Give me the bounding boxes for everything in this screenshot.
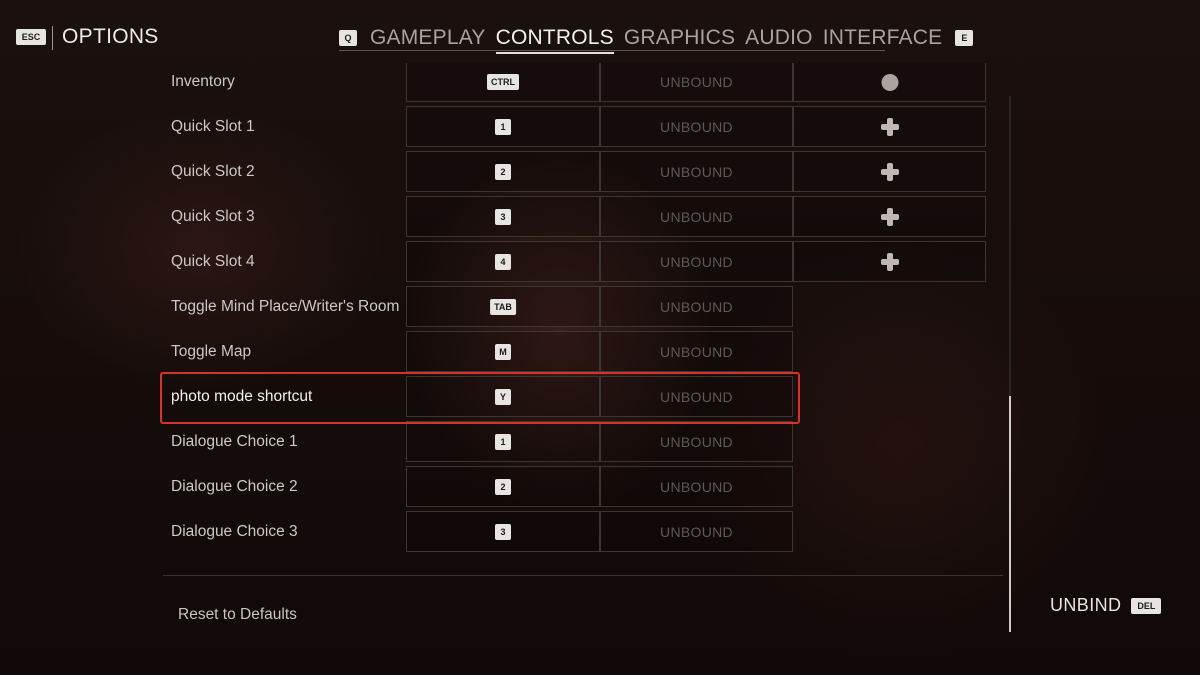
alternate-binding-cell[interactable]: UNBOUND [600,466,793,507]
unbound-label: UNBOUND [660,344,733,360]
key-hint: 1 [495,119,511,135]
unbind-label: UNBIND [1050,595,1122,615]
binding-row[interactable]: Inventory CTRL UNBOUND [163,63,1003,102]
binding-row[interactable]: Dialogue Choice 3 3 UNBOUND [163,511,1003,552]
binding-label: Quick Slot 2 [171,163,255,180]
controller-binding-cell[interactable] [793,151,986,192]
binding-row[interactable]: Quick Slot 3 3 UNBOUND [163,196,1003,237]
key-hint: 3 [495,524,511,540]
dpad-icon [880,163,899,181]
unbind-button[interactable]: UNBIND DEL [1050,595,1162,616]
binding-label: Toggle Mind Place/Writer's Room [171,298,400,315]
unbound-label: UNBOUND [660,299,733,315]
unbound-label: UNBOUND [660,524,733,540]
binding-row[interactable]: Dialogue Choice 1 1 UNBOUND [163,421,1003,462]
key-hint: M [495,344,511,360]
alternate-binding-cell[interactable]: UNBOUND [600,511,793,552]
alternate-binding-cell[interactable]: UNBOUND [600,151,793,192]
controller-binding-cell[interactable] [793,63,986,102]
unbound-label: UNBOUND [660,254,733,270]
tab-controls[interactable]: CONTROLS [495,26,615,54]
binding-label: Toggle Map [171,343,252,360]
tab-audio[interactable]: AUDIO [745,26,813,50]
options-screen: ESC OPTIONS Q GAMEPLAY CONTROLS GRAPHICS… [0,0,1200,675]
keyboard-binding-cell[interactable]: 2 [406,151,600,192]
esc-key-hint[interactable]: ESC [16,29,46,45]
footer-divider [163,575,1003,576]
key-hint: CTRL [487,74,519,90]
dpad-icon [880,253,899,271]
scrollbar-thumb[interactable] [1009,396,1011,632]
keyboard-binding-cell[interactable]: 2 [406,466,600,507]
alternate-binding-cell[interactable]: UNBOUND [600,331,793,372]
key-hint: 1 [495,434,511,450]
controller-binding-cell[interactable] [793,106,986,147]
binding-row[interactable]: Toggle Mind Place/Writer's Room TAB UNBOUN… [163,286,1003,327]
key-hint: 3 [495,209,511,225]
unbound-label: UNBOUND [660,74,733,90]
binding-label: Quick Slot 4 [171,253,255,270]
binding-row[interactable]: Quick Slot 2 2 UNBOUND [163,151,1003,192]
prev-tab-key-hint[interactable]: Q [339,30,357,46]
unbound-label: UNBOUND [660,164,733,180]
unbound-label: UNBOUND [660,479,733,495]
keyboard-binding-cell[interactable]: 3 [406,511,600,552]
alternate-binding-cell[interactable]: UNBOUND [600,286,793,327]
unbound-label: UNBOUND [660,209,733,225]
keyboard-binding-cell[interactable]: 1 [406,106,600,147]
keyboard-binding-cell[interactable]: 1 [406,421,600,462]
binding-row[interactable]: Quick Slot 1 1 UNBOUND [163,106,1003,147]
keyboard-binding-cell[interactable]: 3 [406,196,600,237]
key-hint: 4 [495,254,511,270]
unbound-label: UNBOUND [660,119,733,135]
keybinding-list[interactable]: Inventory CTRL UNBOUND Quick Slot 1 1 UNBOUND… [163,63,1003,569]
controller-binding-cell[interactable] [793,196,986,237]
circle-icon [881,74,898,91]
tab-graphics[interactable]: GRAPHICS [624,26,735,50]
tab-gameplay[interactable]: GAMEPLAY [370,26,486,50]
binding-label: Dialogue Choice 2 [171,478,298,495]
binding-label: Dialogue Choice 1 [171,433,298,450]
key-hint: TAB [490,299,516,315]
key-hint: 2 [495,164,511,180]
reset-to-defaults-button[interactable]: Reset to Defaults [178,606,297,624]
alternate-binding-cell[interactable]: UNBOUND [600,241,793,282]
binding-row[interactable]: Quick Slot 4 4 UNBOUND [163,241,1003,282]
keyboard-binding-cell[interactable]: CTRL [406,63,600,102]
keyboard-binding-cell[interactable]: TAB [406,286,600,327]
alternate-binding-cell[interactable]: UNBOUND [600,63,793,102]
dpad-icon [880,208,899,226]
keyboard-binding-cell[interactable]: 4 [406,241,600,282]
alternate-binding-cell[interactable]: UNBOUND [600,196,793,237]
binding-label: Quick Slot 3 [171,208,255,225]
header-divider [52,26,53,50]
controller-binding-cell[interactable] [793,241,986,282]
binding-label: Dialogue Choice 3 [171,523,298,540]
alternate-binding-cell[interactable]: UNBOUND [600,421,793,462]
tab-bar: Q GAMEPLAY CONTROLS GRAPHICS AUDIO INTER… [339,25,974,54]
next-tab-key-hint[interactable]: E [955,30,974,46]
del-key-hint: DEL [1131,597,1162,614]
binding-row[interactable]: Toggle Map M UNBOUND [163,331,1003,372]
keyboard-binding-cell[interactable]: M [406,331,600,372]
tab-bar-underline [339,50,885,51]
dpad-icon [880,118,899,136]
alternate-binding-cell[interactable]: UNBOUND [600,106,793,147]
key-hint: 2 [495,479,511,495]
tab-interface[interactable]: INTERFACE [823,26,943,50]
page-title: OPTIONS [62,25,159,48]
binding-label: Quick Slot 1 [171,118,255,135]
selection-highlight [160,372,800,424]
binding-label: Inventory [171,73,235,90]
binding-row[interactable]: Dialogue Choice 2 2 UNBOUND [163,466,1003,507]
unbound-label: UNBOUND [660,434,733,450]
